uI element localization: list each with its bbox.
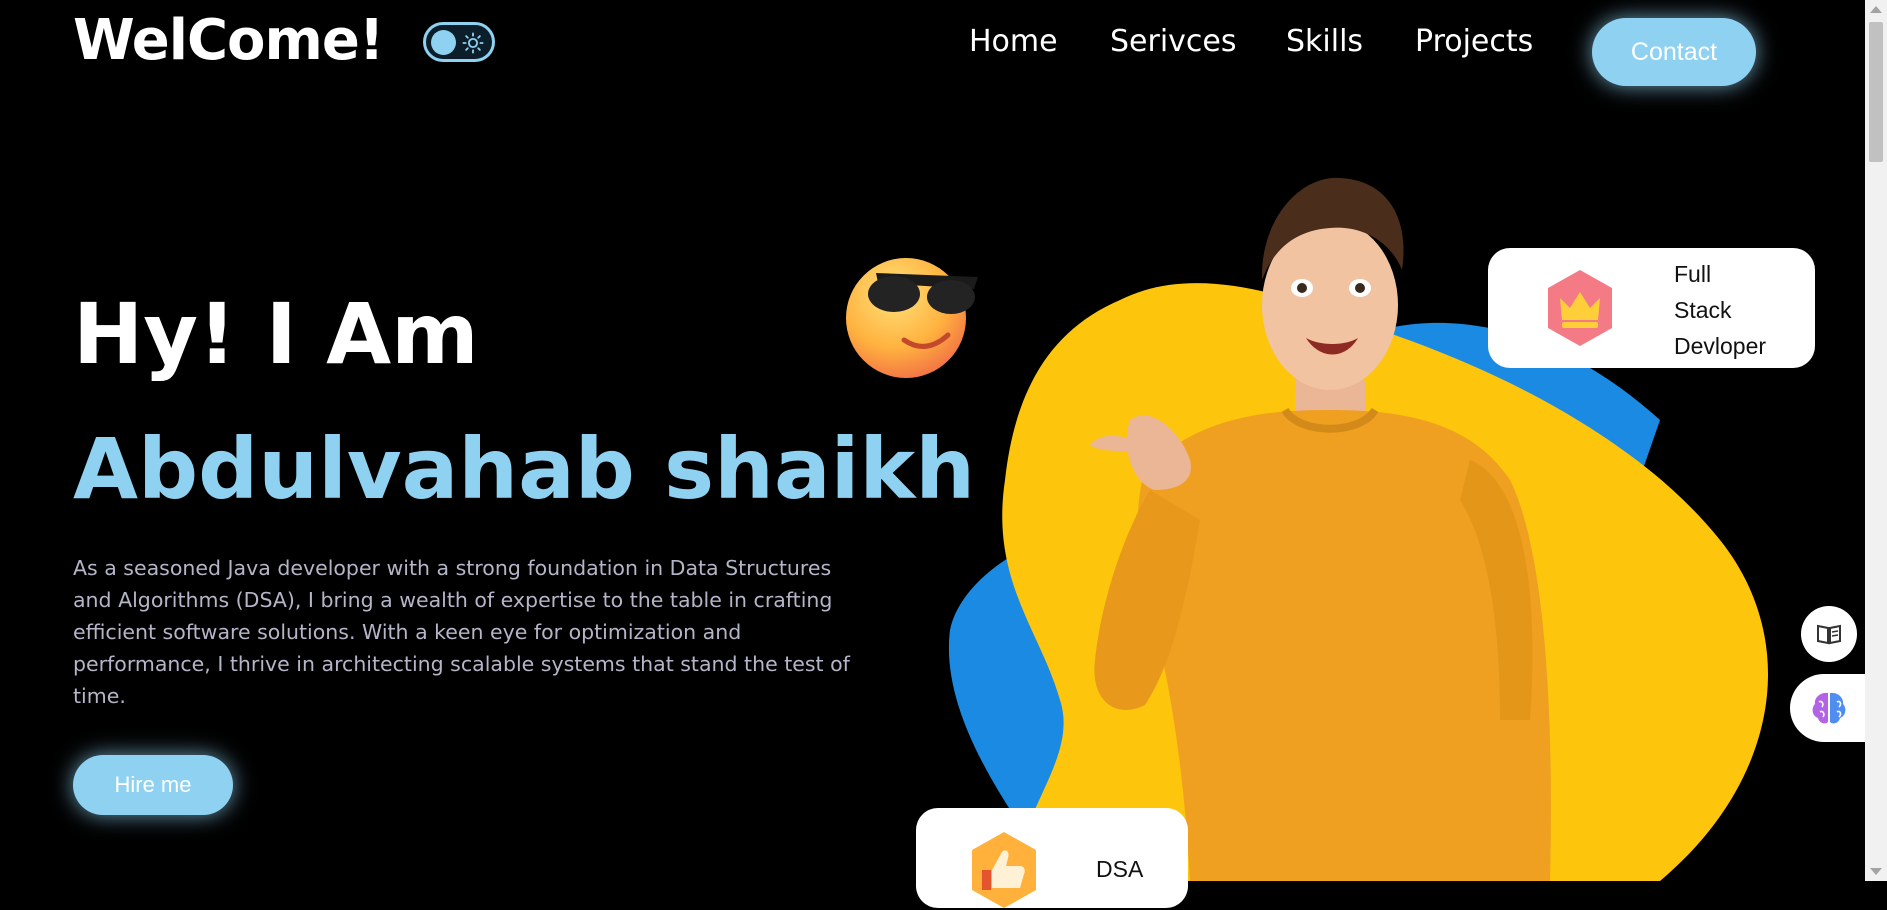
book-icon: [1817, 624, 1841, 645]
card-full-line1: Full: [1674, 261, 1712, 287]
nav-skills[interactable]: Skills: [1286, 24, 1363, 59]
brain-icon: [1812, 692, 1846, 724]
hero-description: As a seasoned Java developer with a stro…: [73, 556, 850, 708]
theme-toggle[interactable]: [423, 22, 495, 62]
full-stack-card: Full Stack Devloper: [1488, 248, 1815, 368]
card-full-line2: Stack: [1674, 297, 1732, 323]
contact-button[interactable]: Contact: [1592, 18, 1756, 86]
nav-home[interactable]: Home: [969, 24, 1058, 59]
page-scrollbar[interactable]: [1865, 0, 1887, 881]
nav-projects[interactable]: Projects: [1415, 24, 1533, 59]
side-book-button[interactable]: [1801, 606, 1857, 662]
side-brain-button[interactable]: [1790, 674, 1868, 742]
nav-services[interactable]: Serivces: [1110, 24, 1237, 59]
scroll-up-arrow-icon[interactable]: [1870, 6, 1882, 13]
scrollbar-thumb[interactable]: [1869, 22, 1883, 162]
scroll-down-arrow-icon[interactable]: [1870, 868, 1882, 875]
crown-icon: [1548, 270, 1612, 346]
thumbs-up-icon: [972, 832, 1036, 908]
card-full-line3: Devloper: [1674, 333, 1767, 359]
site-logo[interactable]: WelCome!: [73, 8, 384, 73]
dsa-card: DSA: [916, 808, 1188, 908]
card-dsa-label: DSA: [1096, 856, 1144, 882]
hero-greeting: Hy! I Am: [73, 285, 479, 383]
toggle-knob: [431, 30, 456, 55]
hire-me-button[interactable]: Hire me: [73, 755, 233, 815]
sun-icon: [462, 32, 484, 54]
hero-name: Abdulvahab shaikh: [73, 420, 976, 518]
